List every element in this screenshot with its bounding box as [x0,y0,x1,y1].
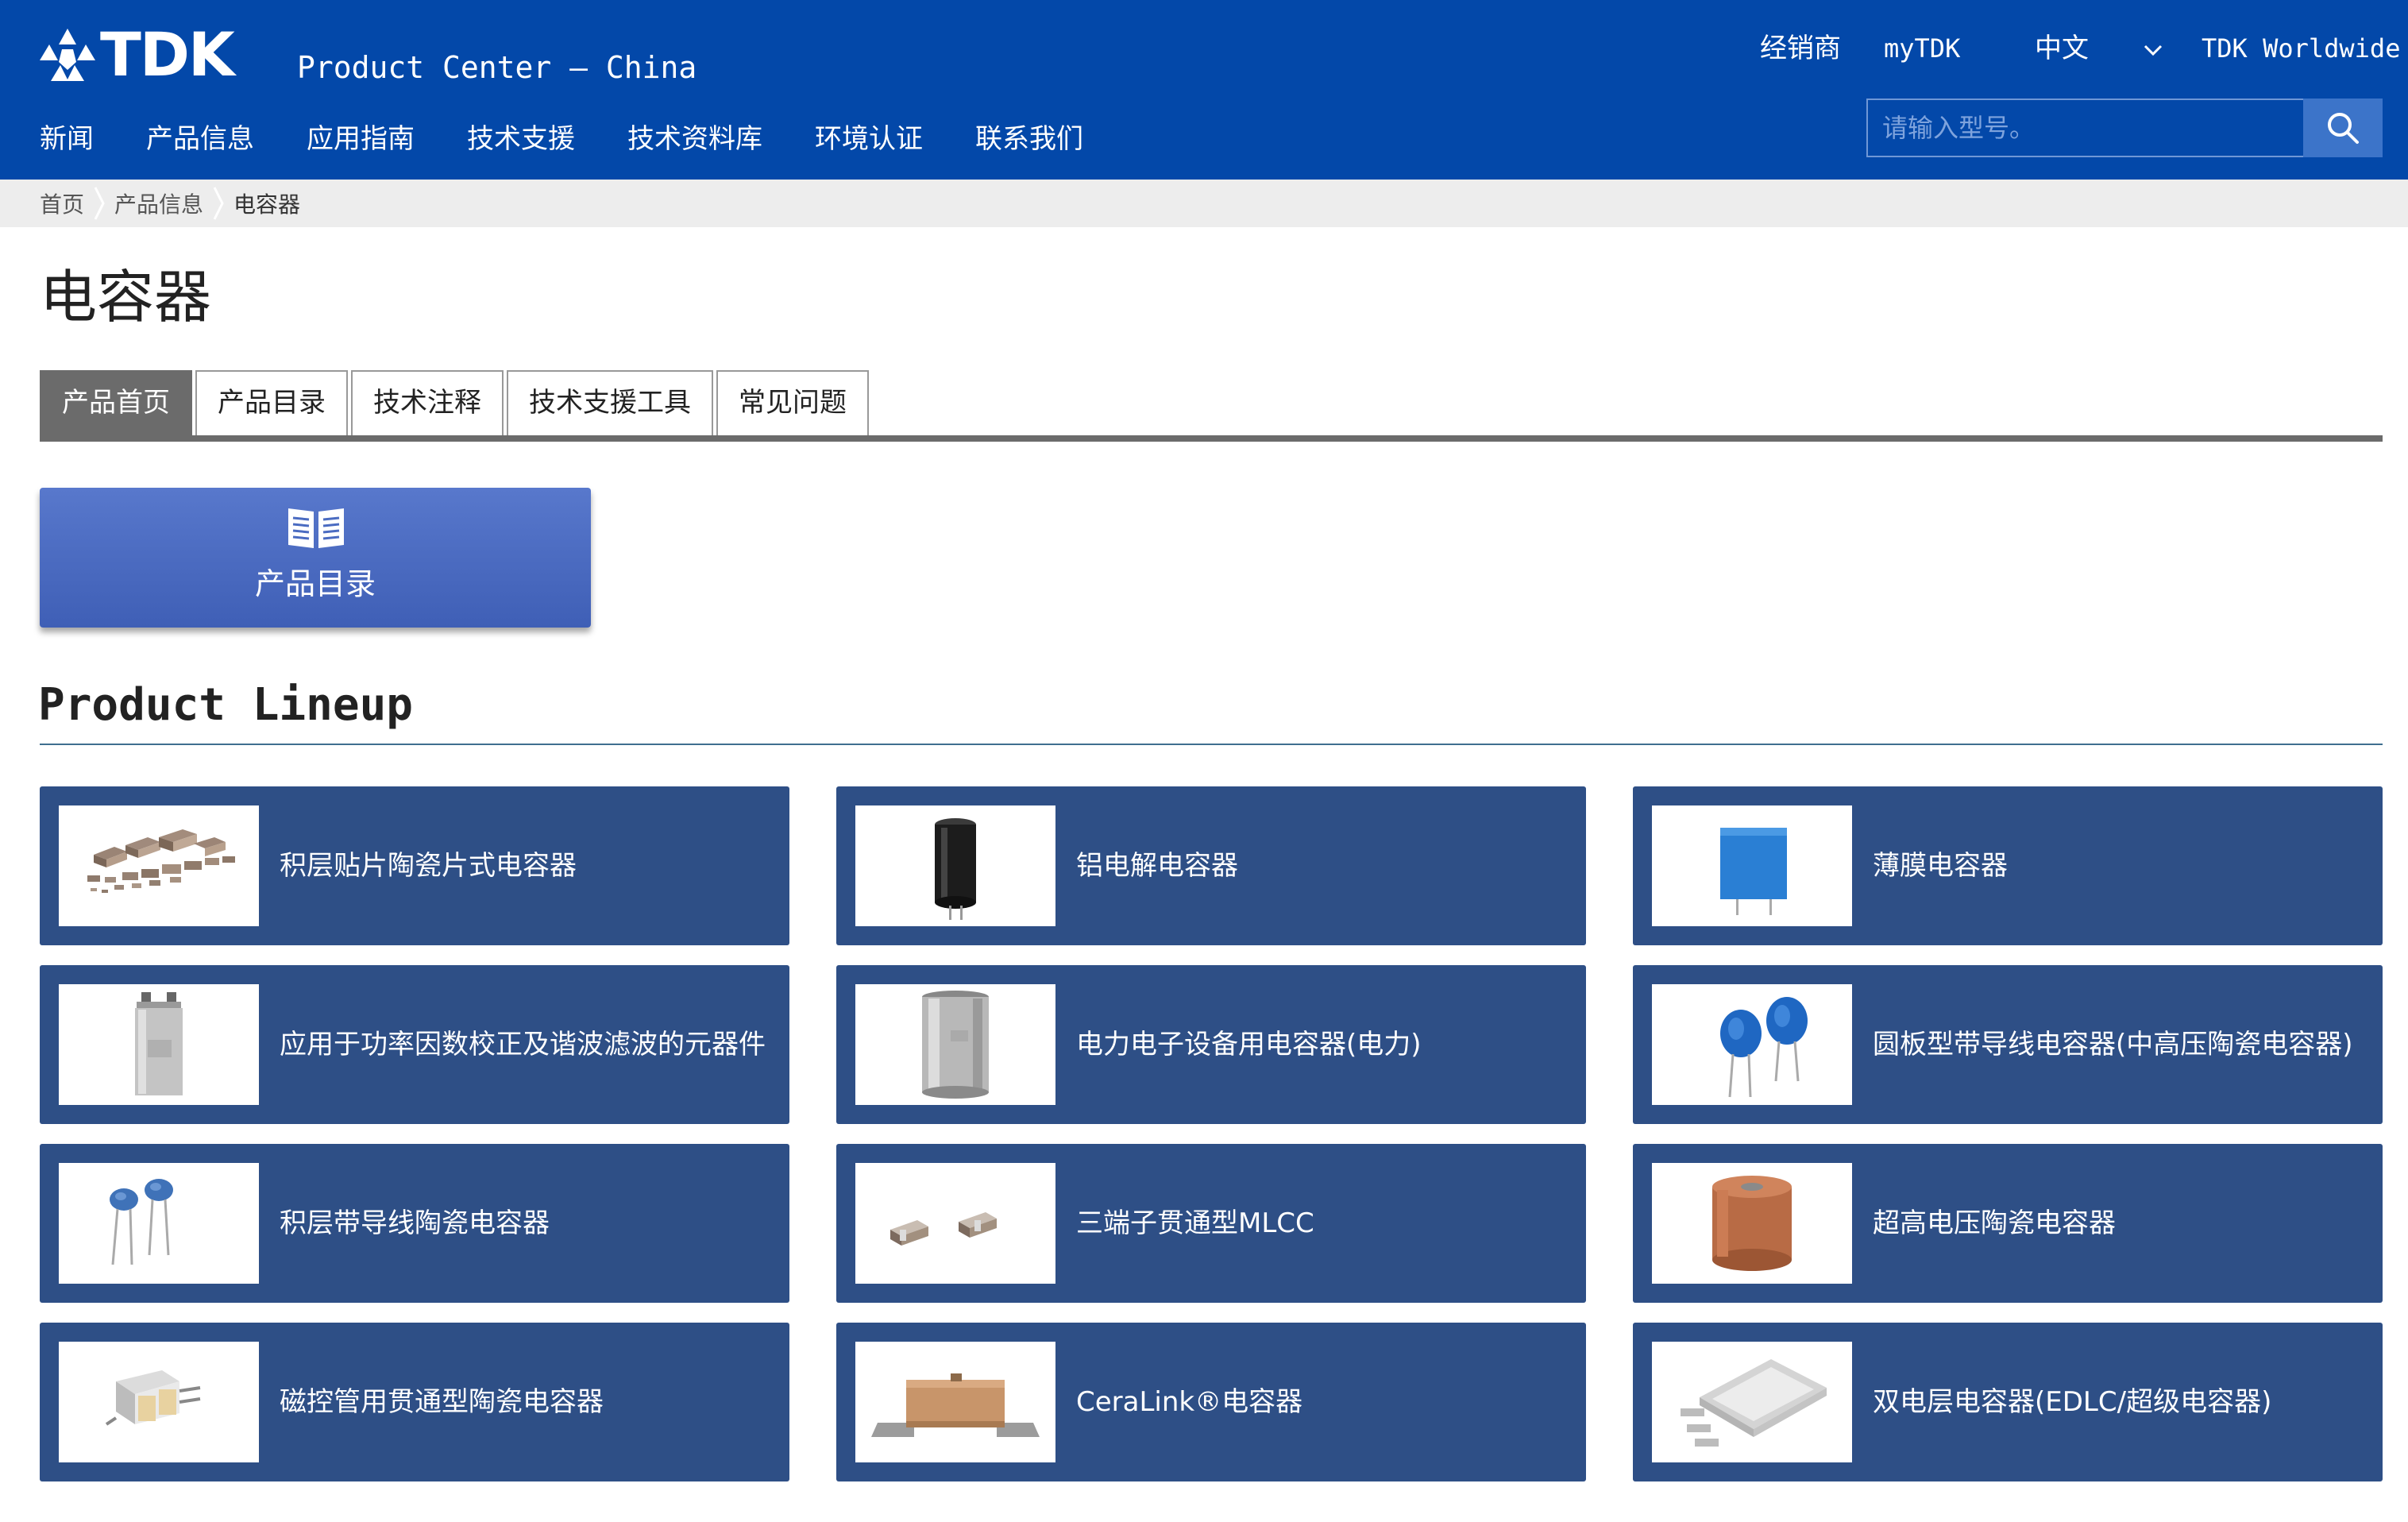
chevron-down-icon[interactable] [2143,40,2163,60]
product-card[interactable]: 三端子贯通型MLCC [836,1144,1586,1303]
nav-item-tech-support[interactable]: 技术支援 [467,121,575,157]
breadcrumb-home[interactable]: 首页 [40,187,84,219]
product-card[interactable]: 磁控管用贯通型陶瓷电容器 [40,1323,789,1481]
product-image-magnetron-feedthrough [59,1342,259,1462]
page-title: 电容器 [40,264,212,330]
product-card[interactable]: CeraLink®电容器 [836,1323,1586,1481]
tab-tech-notes[interactable]: 技术注释 [351,370,504,435]
product-image-ceralink [855,1342,1055,1462]
breadcrumb-products[interactable]: 产品信息 [114,187,203,219]
nav-item-environment[interactable]: 环境认证 [815,121,923,157]
breadcrumb-current: 电容器 [233,191,301,218]
product-card-label: 电力电子设备用电容器(电力) [1076,1029,1422,1060]
search-bar [1866,99,2383,157]
nav-item-contact[interactable]: 联系我们 [975,121,1083,157]
product-card-label: 磁控管用贯通型陶瓷电容器 [280,1386,604,1418]
product-card[interactable]: 积层带导线陶瓷电容器 [40,1144,789,1303]
product-image-aluminum-electrolytic [855,805,1055,926]
tab-faq[interactable]: 常见问题 [716,370,869,435]
breadcrumb-separator-icon [213,187,224,220]
tab-product-catalog[interactable]: 产品目录 [195,370,348,435]
product-catalog-button[interactable]: 产品目录 [40,488,591,628]
product-card-label: 积层贴片陶瓷片式电容器 [280,850,577,882]
nav-item-news[interactable]: 新闻 [40,121,94,157]
product-card[interactable]: 电力电子设备用电容器(电力) [836,965,1586,1124]
lineup-heading: Product Lineup [38,679,414,731]
tab-bar-divider [40,435,2383,442]
logo-text: TDK [100,19,235,90]
product-card[interactable]: 铝电解电容器 [836,786,1586,945]
tab-product-home[interactable]: 产品首页 [40,370,192,435]
product-card-label: 三端子贯通型MLCC [1076,1207,1314,1239]
book-icon [288,508,344,548]
tab-support-tools[interactable]: 技术支援工具 [507,370,713,435]
product-card[interactable]: 超高电压陶瓷电容器 [1633,1144,2383,1303]
product-image-film-capacitor [1652,805,1852,926]
product-image-edlc [1652,1342,1852,1462]
product-image-leaded-mlcc [59,1163,259,1284]
product-image-power-capacitor [855,984,1055,1105]
tdk-logo-mark-icon [40,29,95,81]
product-card-label: 圆板型带导线电容器(中高压陶瓷电容器) [1873,1029,2353,1060]
product-image-disc-leaded [1652,984,1852,1105]
nav-item-products[interactable]: 产品信息 [146,121,254,157]
main-nav: 新闻 产品信息 应用指南 技术支援 技术资料库 环境认证 联系我们 [40,121,1136,157]
product-card-label: 超高电压陶瓷电容器 [1873,1207,2116,1239]
tdk-worldwide-link[interactable]: TDK Worldwide [2202,30,2400,67]
lineup-divider [40,744,2383,745]
product-card[interactable]: 积层贴片陶瓷片式电容器 [40,786,789,945]
product-lineup-grid: 积层贴片陶瓷片式电容器 铝电解电容器 薄膜电容器 应用于功率因数校正及谐波滤波的… [40,786,2383,1481]
product-card-label: CeraLink®电容器 [1076,1386,1303,1418]
site-header: TDK Product Center – China 经销商 myTDK 中文 … [0,0,2408,180]
tab-bar: 产品首页 产品目录 技术注释 技术支援工具 常见问题 [40,370,872,435]
product-card[interactable]: 薄膜电容器 [1633,786,2383,945]
search-input[interactable] [1866,99,2303,157]
tdk-logo[interactable]: TDK [38,19,235,90]
product-card[interactable]: 应用于功率因数校正及谐波滤波的元器件 [40,965,789,1124]
product-image-pfc-capacitor [59,984,259,1105]
mytdk-link[interactable]: myTDK [1884,30,1960,67]
search-icon [2328,113,2359,144]
nav-item-library[interactable]: 技术资料库 [627,121,762,157]
search-button[interactable] [2303,99,2383,157]
nav-item-applications[interactable]: 应用指南 [307,121,415,157]
breadcrumb: 首页 产品信息 电容器 [0,180,2408,227]
language-selector[interactable]: 中文 [2035,30,2089,67]
product-card[interactable]: 双电层电容器(EDLC/超级电容器) [1633,1323,2383,1481]
product-image-mlcc-chips [59,805,259,926]
breadcrumb-separator-icon [94,187,105,220]
site-title: Product Center – China [297,50,697,85]
product-card-label: 铝电解电容器 [1076,850,1238,882]
product-image-uhv-ceramic [1652,1163,1852,1284]
distributor-link[interactable]: 经销商 [1760,30,1841,67]
product-image-feedthrough-mlcc [855,1163,1055,1284]
product-card[interactable]: 圆板型带导线电容器(中高压陶瓷电容器) [1633,965,2383,1124]
product-card-label: 积层带导线陶瓷电容器 [280,1207,550,1239]
product-card-label: 薄膜电容器 [1873,850,2008,882]
product-card-label: 双电层电容器(EDLC/超级电容器) [1873,1386,2272,1418]
product-card-label: 应用于功率因数校正及谐波滤波的元器件 [280,1029,766,1060]
product-catalog-button-label: 产品目录 [254,566,376,601]
